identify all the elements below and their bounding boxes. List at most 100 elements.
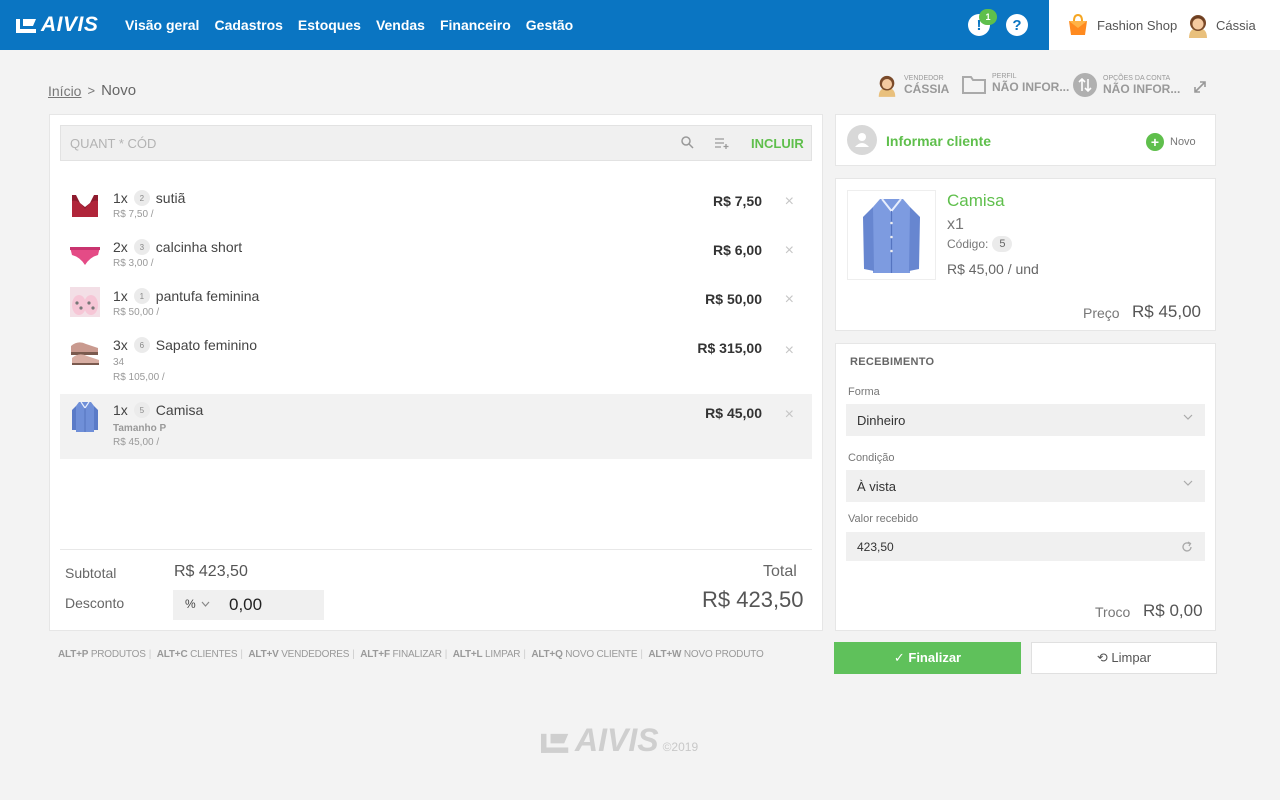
item-unit-price: R$ 45,00 / [113,437,160,448]
payment-condition-select[interactable]: À vista [846,470,1205,502]
breadcrumb: Início > Novo [48,82,136,99]
item-name: sutiã [155,190,186,206]
payment-form-value: Dinheiro [857,413,906,428]
product-detail-panel: Camisa x1 Código: 5 R$ 45,00 / und Preço… [835,178,1216,331]
list-add-icon[interactable] [714,137,730,149]
item-name: pantufa feminina [155,288,260,304]
total-value: R$ 423,50 [702,587,804,612]
user-name: Cássia [1216,18,1256,33]
sale-items-panel: QUANT * CÓD INCLUIR 1x 2 sutiã R$ 7,50 /… [49,114,823,631]
remove-item-icon[interactable]: × [785,242,794,260]
logo-mark-icon [16,19,36,33]
profile-value: NÃO INFOR... [992,80,1070,94]
shortcut-label: PRODUTOS [90,649,146,660]
item-unit-price: R$ 7,50 / [113,209,154,220]
breadcrumb-home-link[interactable]: Início [48,83,81,99]
shortcut-key: ALT+C [156,649,188,660]
panty-icon [70,247,100,265]
nav-item-visao-geral[interactable]: Visão geral [125,17,199,33]
select-client-link[interactable]: Informar cliente [886,133,991,149]
person-icon [855,133,869,147]
help-icon[interactable]: ? [1006,14,1028,36]
client-avatar [847,125,877,155]
item-quantity: 2x [113,239,128,255]
product-quantity: x1 [947,216,964,233]
search-input[interactable]: QUANT * CÓD [70,136,156,151]
item-code-badge: 1 [133,288,150,304]
shortcut-key: ALT+Q [531,649,563,660]
profile-selector[interactable]: PERFIL NÃO INFOR... [962,73,1069,94]
item-code-badge: 3 [133,239,150,255]
logo-mark-icon [541,733,569,753]
nav-item-financeiro[interactable]: Financeiro [440,17,511,33]
footer-logo-text: AIVIS [575,722,659,758]
shop-user-area[interactable]: Fashion Shop Cássia [1049,0,1280,50]
folder-icon [962,75,986,94]
search-icon[interactable] [681,136,694,149]
item-code-badge: 5 [133,402,150,418]
payment-form-select[interactable]: Dinheiro [846,404,1205,436]
list-item[interactable]: 1x 5 Camisa Tamanho P R$ 45,00 / R$ 45,0… [60,394,812,459]
payment-condition-label: Condição [848,452,895,464]
app-logo[interactable]: AIVIS [16,13,98,37]
bra-icon [72,195,98,217]
logo-text: AIVIS [41,13,99,36]
shortcut-label: LIMPAR [485,649,521,660]
shoe-icon [71,342,99,365]
list-item[interactable]: 3x 6 Sapato feminino 34 R$ 105,00 / R$ 3… [60,328,812,390]
shortcut-label: CLIENTES [190,649,238,660]
shop-name: Fashion Shop [1097,18,1178,33]
discount-type-select[interactable]: % [185,597,196,611]
amount-received-label: Valor recebido [848,513,919,525]
user-avatar-icon [1189,15,1207,38]
product-search-bar[interactable]: QUANT * CÓD INCLUIR [60,125,812,161]
item-code-badge: 2 [133,190,150,206]
item-quantity: 1x [113,402,128,418]
product-code: Código: 5 [947,236,1018,252]
seller-avatar-icon [878,75,896,97]
remove-item-icon[interactable]: × [785,406,794,424]
amount-received-field[interactable]: 423,50 [846,532,1205,561]
amount-received-input[interactable]: 423,50 [857,540,894,554]
item-name: Sapato feminino [155,337,257,353]
shirt-icon [863,198,920,273]
payment-title: RECEBIMENTO [850,356,935,368]
expand-icon[interactable] [1193,80,1207,94]
product-unit-price: R$ 45,00 / und [947,261,1039,277]
chevron-down-icon[interactable] [201,601,210,608]
nav-item-gestao[interactable]: Gestão [526,17,573,33]
item-total: R$ 315,00 [697,340,762,356]
discount-input[interactable]: 0,00 [229,595,262,615]
list-item[interactable]: 2x 3 calcinha short R$ 3,00 / R$ 6,00 × [60,230,812,276]
account-options-selector[interactable]: OPÇÕES DA CONTA NÃO INFOR... [1073,73,1180,97]
discount-field[interactable]: % 0,00 [173,590,324,620]
remove-item-icon[interactable]: × [785,342,794,360]
refresh-icon[interactable] [1181,541,1193,553]
product-image [847,190,936,280]
list-item[interactable]: 1x 2 sutiã R$ 7,50 / R$ 7,50 × [60,181,812,227]
plus-icon: + [1146,133,1164,151]
clear-button[interactable]: ⟲ Limpar [1031,642,1217,674]
nav-item-cadastros[interactable]: Cadastros [214,17,282,33]
swap-icon [1073,73,1097,97]
seller-value: CÁSSIA [904,81,950,96]
new-client-button[interactable]: + Novo [1146,133,1196,151]
nav-item-vendas[interactable]: Vendas [376,17,425,33]
seller-selector[interactable]: VENDEDOR CÁSSIA [876,73,949,97]
shortcut-key: ALT+L [452,649,483,660]
product-name: Camisa [947,191,1005,210]
notification-badge: 1 [979,9,997,25]
remove-item-icon[interactable]: × [785,291,794,309]
remove-item-icon[interactable]: × [785,193,794,211]
shortcut-label: NOVO CLIENTE [565,649,638,660]
subtotal-value: R$ 423,50 [174,563,248,580]
list-item[interactable]: 1x 1 pantufa feminina R$ 50,00 / R$ 50,0… [60,279,812,325]
include-button[interactable]: INCLUIR [751,136,804,151]
nav-item-estoques[interactable]: Estoques [298,17,361,33]
finish-button[interactable]: ✓ Finalizar [834,642,1021,674]
item-quantity: 1x [113,288,128,304]
product-code-badge: 5 [992,236,1013,252]
breadcrumb-current: Novo [101,82,137,99]
payment-form-label: Forma [848,386,880,398]
discount-label: Desconto [65,595,125,611]
